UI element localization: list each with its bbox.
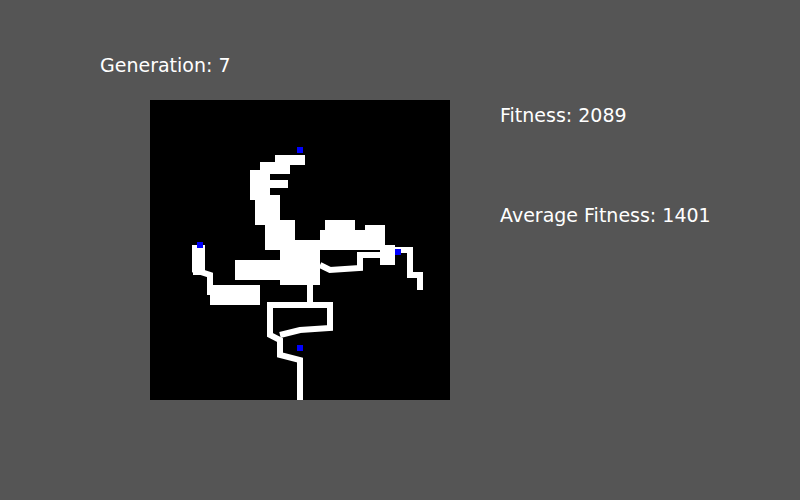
trail-block bbox=[268, 180, 288, 188]
stat-label: Fitness: 2089 bbox=[500, 102, 711, 128]
stats-panel: Fitness: 2089 Average Fitness: 1401 bbox=[500, 0, 711, 228]
trail-block bbox=[365, 225, 385, 245]
agent-dot bbox=[197, 242, 203, 248]
trail-path bbox=[320, 255, 390, 270]
trail-path bbox=[385, 250, 420, 290]
trail-path bbox=[280, 305, 330, 335]
generation-label: Generation: 7 bbox=[100, 52, 450, 78]
trail-block bbox=[235, 260, 305, 280]
trail-block bbox=[210, 285, 260, 305]
simulation-screen: Generation: 7 Fitness: 2089 Average Fitnes… bbox=[0, 0, 800, 500]
left-column: Generation: 7 bbox=[100, 0, 450, 400]
agent-dot bbox=[395, 249, 401, 255]
agent-dot bbox=[297, 345, 303, 351]
world-canvas bbox=[150, 100, 450, 400]
trail-block bbox=[325, 220, 355, 232]
trail-path bbox=[270, 285, 310, 400]
stat-label: Average Fitness: 1401 bbox=[500, 202, 711, 228]
trail-path bbox=[195, 245, 210, 295]
agent-dot bbox=[297, 147, 303, 153]
